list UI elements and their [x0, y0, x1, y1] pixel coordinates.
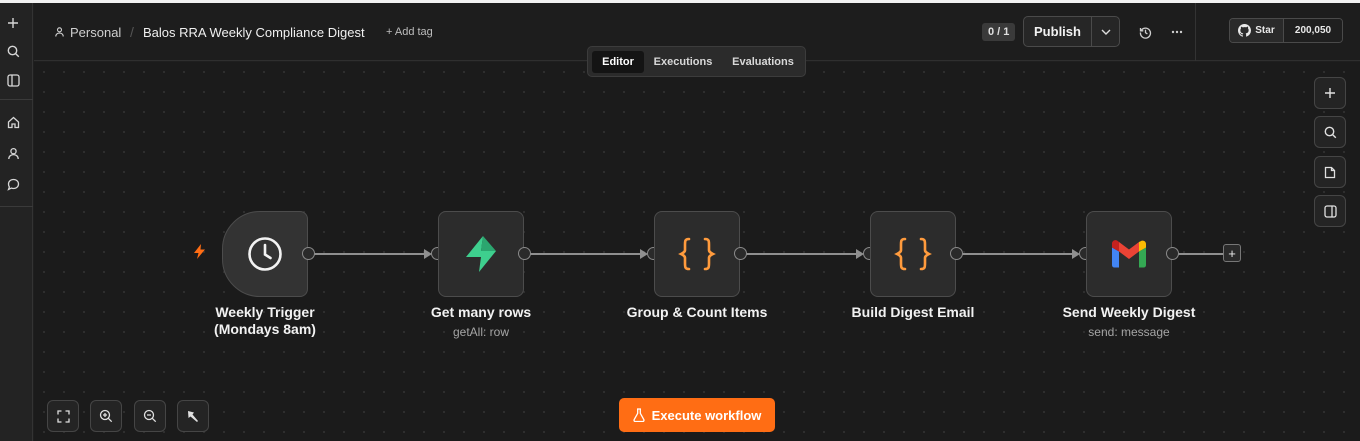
node-get-many-rows[interactable]	[438, 211, 524, 297]
workflow-title[interactable]: Balos RRA Weekly Compliance Digest	[143, 3, 365, 61]
fullscreen-icon	[56, 409, 70, 423]
fit-view-button[interactable]	[47, 400, 79, 432]
add-icon	[1325, 88, 1335, 98]
node-weekly-trigger[interactable]	[222, 211, 308, 297]
broom-icon	[188, 411, 198, 422]
node-build-digest-email[interactable]	[870, 211, 956, 297]
history-icon[interactable]	[1136, 23, 1154, 41]
node-label-line: Weekly Trigger	[215, 304, 315, 320]
flask-icon	[632, 408, 645, 422]
output-handle[interactable]	[518, 247, 531, 260]
node-subtitle: getAll: row	[452, 325, 510, 339]
header-divider	[1195, 3, 1196, 61]
home-icon[interactable]	[0, 112, 26, 132]
zoom-out-button[interactable]	[134, 400, 166, 432]
github-star-button[interactable]: Star	[1230, 19, 1284, 42]
chevron-down-icon	[1101, 29, 1110, 35]
user-icon[interactable]	[0, 143, 26, 163]
output-handle[interactable]	[302, 247, 315, 260]
search-nodes-button[interactable]	[1314, 116, 1346, 148]
code-braces-icon	[894, 237, 932, 271]
zoom-in-icon	[99, 409, 113, 423]
add-tag-button[interactable]: + Add tag	[386, 3, 433, 61]
search-icon[interactable]	[0, 41, 26, 61]
connection-line[interactable]	[530, 253, 646, 255]
github-star-widget[interactable]: Star 200,050	[1229, 18, 1343, 43]
node-label: Group & Count Items	[626, 304, 768, 320]
output-handle[interactable]	[1166, 247, 1179, 260]
execute-workflow-button[interactable]: Execute workflow	[619, 398, 775, 432]
sidebar-divider	[0, 206, 33, 207]
gmail-icon	[1112, 240, 1146, 268]
active-counter-badge: 0 / 1	[982, 23, 1016, 41]
publish-button[interactable]: Publish	[1024, 17, 1092, 46]
chat-icon[interactable]	[0, 174, 26, 194]
connection-line[interactable]	[746, 253, 862, 255]
connection-line[interactable]	[962, 253, 1078, 255]
supabase-icon	[466, 236, 496, 272]
connection-line[interactable]	[314, 253, 430, 255]
trigger-bolt-icon	[193, 244, 206, 264]
zoom-in-button[interactable]	[90, 400, 122, 432]
tab-executions[interactable]: Executions	[647, 51, 719, 73]
github-star-count: 200,050	[1284, 19, 1342, 42]
node-label-line: (Mondays 8am)	[214, 321, 316, 337]
github-star-label: Star	[1255, 25, 1275, 36]
publish-options-button[interactable]	[1092, 17, 1119, 46]
node-label: Get many rows	[430, 304, 532, 320]
panel-toggle-icon	[1323, 204, 1337, 218]
left-sidebar	[0, 3, 33, 441]
zoom-out-icon	[143, 409, 157, 423]
add-next-node-button[interactable]: +	[1223, 244, 1241, 262]
sidebar-divider	[0, 99, 33, 100]
tab-editor[interactable]: Editor	[592, 51, 644, 73]
more-options-icon[interactable]	[1168, 23, 1186, 41]
breadcrumb-project[interactable]: Personal	[55, 3, 121, 61]
github-icon	[1238, 24, 1252, 37]
node-subtitle: send: message	[1088, 325, 1170, 339]
node-label: Weekly Trigger (Mondays 8am)	[165, 304, 365, 338]
clock-icon	[248, 237, 282, 271]
add-icon[interactable]	[0, 13, 26, 33]
node-send-weekly-digest[interactable]	[1086, 211, 1172, 297]
panel-toggle-icon[interactable]	[0, 70, 26, 90]
output-handle[interactable]	[950, 247, 963, 260]
side-panel-button[interactable]	[1314, 195, 1346, 227]
sticky-note-button[interactable]	[1314, 156, 1346, 188]
node-group-count-items[interactable]	[654, 211, 740, 297]
search-icon	[1324, 126, 1336, 138]
node-label: Send Weekly Digest	[1062, 304, 1196, 320]
view-tabs: Editor Executions Evaluations	[587, 46, 806, 77]
tidy-up-button[interactable]	[177, 400, 209, 432]
output-handle[interactable]	[734, 247, 747, 260]
tab-evaluations[interactable]: Evaluations	[724, 51, 802, 73]
breadcrumb-project-label: Personal	[70, 24, 122, 40]
publish-button-group: Publish	[1023, 16, 1120, 47]
execute-workflow-label: Execute workflow	[651, 407, 762, 423]
user-icon	[55, 27, 64, 37]
breadcrumb-separator: /	[130, 24, 134, 40]
node-label: Build Digest Email	[851, 304, 975, 320]
note-icon	[1324, 166, 1336, 178]
code-braces-icon	[678, 237, 716, 271]
connection-line	[1178, 253, 1224, 255]
add-node-button[interactable]	[1314, 77, 1346, 109]
